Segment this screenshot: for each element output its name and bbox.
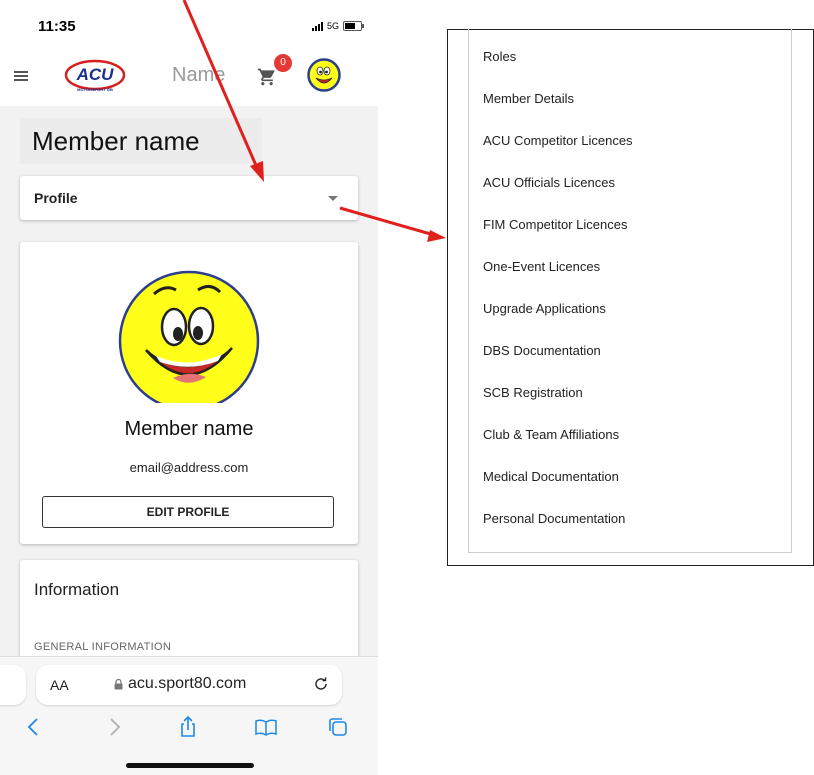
menu-item[interactable]: SCB Registration <box>483 385 583 400</box>
browser-nav-bar <box>0 715 378 745</box>
app-bar: ACU MOTORSPORT GB Name 0 <box>0 44 378 106</box>
battery-icon <box>343 21 365 31</box>
back-icon[interactable] <box>22 715 46 739</box>
menu-icon[interactable] <box>14 71 28 81</box>
status-time: 11:35 <box>38 18 76 35</box>
browser-toolbar: AA acu.sport80.com <box>0 656 378 775</box>
signal-icon <box>312 21 323 31</box>
select-value: Profile <box>34 190 78 206</box>
menu-item[interactable]: Personal Documentation <box>483 511 625 526</box>
menu-item[interactable]: Club & Team Affiliations <box>483 427 619 442</box>
section-select[interactable]: Profile <box>20 176 358 220</box>
profile-card: Member name email@address.com EDIT PROFI… <box>20 242 358 544</box>
phone-screenshot: 11:35 5G ACU MOTORSPORT GB Name 0 Member… <box>0 0 378 775</box>
menu-item[interactable]: Roles <box>483 49 516 64</box>
dropdown-options-panel: Roles Member Details ACU Competitor Lice… <box>447 29 814 566</box>
menu-item[interactable]: DBS Documentation <box>483 343 601 358</box>
forward-icon[interactable] <box>102 715 126 739</box>
logo-text: ACU <box>76 65 115 84</box>
menu-item[interactable]: ACU Competitor Licences <box>483 133 633 148</box>
logo-subtext: MOTORSPORT GB <box>77 87 113 92</box>
profile-avatar <box>118 270 260 403</box>
menu-item[interactable]: FIM Competitor Licences <box>483 217 628 232</box>
user-avatar[interactable] <box>307 58 341 92</box>
general-information-heading: GENERAL INFORMATION <box>34 641 172 653</box>
menu-item[interactable]: Upgrade Applications <box>483 301 606 316</box>
status-bar: 11:35 5G <box>0 0 378 44</box>
bookmarks-icon[interactable] <box>254 715 278 739</box>
dropdown-arrow-icon <box>328 196 338 201</box>
menu-item[interactable]: Medical Documentation <box>483 469 619 484</box>
page-title: Member name <box>20 118 262 164</box>
reader-settings-button[interactable]: AA <box>50 677 69 693</box>
reload-icon[interactable] <box>312 675 330 693</box>
dropdown-menu: Roles Member Details ACU Competitor Lice… <box>468 29 792 553</box>
information-title: Information <box>34 580 120 599</box>
address-bar[interactable]: AA acu.sport80.com <box>36 665 342 705</box>
previous-tab-edge[interactable] <box>0 665 26 705</box>
app-title: Name <box>172 64 226 86</box>
status-indicators: 5G <box>312 20 365 32</box>
tabs-icon[interactable] <box>326 715 350 739</box>
edit-profile-button[interactable]: EDIT PROFILE <box>42 496 334 528</box>
profile-email: email@address.com <box>129 460 249 475</box>
menu-item[interactable]: Member Details <box>483 91 574 106</box>
cart-count-badge: 0 <box>274 54 292 72</box>
lock-icon <box>114 679 123 690</box>
network-label: 5G <box>327 21 340 31</box>
home-indicator <box>126 763 254 768</box>
acu-logo[interactable]: ACU MOTORSPORT GB <box>64 58 126 94</box>
share-icon[interactable] <box>176 715 200 739</box>
menu-item[interactable]: ACU Officials Licences <box>483 175 615 190</box>
url-text[interactable]: acu.sport80.com <box>128 675 246 693</box>
profile-name: Member name <box>124 418 254 440</box>
cart-icon[interactable] <box>257 67 277 87</box>
menu-item[interactable]: One-Event Licences <box>483 259 600 274</box>
